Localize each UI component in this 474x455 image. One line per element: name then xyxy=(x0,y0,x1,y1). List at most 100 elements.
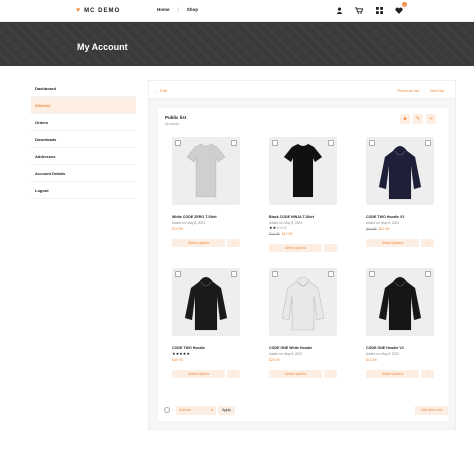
product-image[interactable] xyxy=(172,268,240,336)
account-sidebar: Dashboard Wishlist Orders Downloads Addr… xyxy=(31,80,136,199)
product-card: White CODE ZERO T-Shirt Added on: May 8,… xyxy=(172,137,244,247)
cart-icon[interactable] xyxy=(354,5,364,15)
product-price: $14.95 $12.95 xyxy=(269,232,341,236)
bulk-actions-select[interactable]: Actions ▾ xyxy=(176,405,216,415)
edit-list-button[interactable]: ✎ xyxy=(413,114,423,124)
add-all-to-cart-button[interactable]: Add all to cart xyxy=(415,405,448,415)
product-buttons: Select options ⋮ xyxy=(172,370,244,378)
product-buttons: Select options ⋮ xyxy=(172,239,244,247)
nav-shop[interactable]: Shop xyxy=(187,7,198,12)
product-rating: ★★☆☆☆ xyxy=(269,225,287,230)
sidebar-item-orders[interactable]: Orders xyxy=(31,114,136,131)
more-options-button[interactable]: ⋮ xyxy=(421,370,434,378)
wishlist-topbar: ← Edit Previous list Next list xyxy=(149,81,455,99)
select-all-checkbox[interactable] xyxy=(164,407,170,413)
wishlist-heart-icon[interactable]: 0 xyxy=(394,2,407,15)
user-icon[interactable] xyxy=(334,5,344,15)
product-buttons: Select options ⋮ xyxy=(366,239,438,247)
select-checkbox[interactable] xyxy=(328,140,334,146)
product-name[interactable]: Black CODE NINJA T-Shirt xyxy=(269,215,341,220)
product-rating: ★★★★★ xyxy=(172,351,190,356)
select-checkbox[interactable] xyxy=(231,140,237,146)
product-name[interactable]: CODE ONE White Hoodie xyxy=(269,346,341,351)
next-list-link[interactable]: Next list xyxy=(430,88,444,93)
product-price: $14.95 $12.95 xyxy=(366,227,438,231)
select-checkbox[interactable] xyxy=(425,140,431,146)
bulk-actions-bar: Actions ▾ Apply Add all to cart xyxy=(158,403,448,417)
product-old-price: $14.95 xyxy=(269,232,280,236)
edit-link[interactable]: ← Edit xyxy=(155,88,167,93)
product-current-price: $49.95 xyxy=(172,358,183,362)
product-garment-image xyxy=(186,143,226,198)
select-checkbox[interactable] xyxy=(328,271,334,277)
site-header: ♥ MC DEMO Home | Shop 0 xyxy=(0,0,474,22)
more-options-button[interactable]: ⋮ xyxy=(324,244,337,252)
more-options-button[interactable]: ⋮ xyxy=(227,370,240,378)
nav-home[interactable]: Home xyxy=(157,7,170,12)
sidebar-item-logout[interactable]: Logout xyxy=(31,182,136,199)
main-nav: Home | Shop xyxy=(157,7,198,12)
product-image[interactable] xyxy=(366,137,434,205)
manage-list-button[interactable]: ■ xyxy=(400,114,410,124)
share-list-button[interactable]: ⋖ xyxy=(426,114,436,124)
product-added-date: Added on: May 8, 2023 xyxy=(366,221,399,225)
select-options-button[interactable]: Select options xyxy=(172,239,225,247)
product-image[interactable] xyxy=(269,137,337,205)
grid-icon[interactable] xyxy=(374,5,384,15)
list-title: Public list xyxy=(165,115,187,120)
product-current-price: $14.95 xyxy=(172,227,183,231)
product-price: $12.95 xyxy=(366,358,438,362)
product-image[interactable] xyxy=(172,137,240,205)
product-current-price: $12.95 xyxy=(378,227,390,231)
product-card: Black CODE NINJA T-Shirt Added on: May 8… xyxy=(269,137,341,252)
header-icons: 0 xyxy=(334,2,407,15)
product-image[interactable] xyxy=(269,268,337,336)
select-options-button[interactable]: Select options xyxy=(366,370,419,378)
product-price: $49.95 xyxy=(172,358,244,362)
bulk-actions-label: Actions xyxy=(179,408,191,412)
list-actions: ■ ✎ ⋖ xyxy=(400,114,436,124)
sidebar-item-wishlist[interactable]: Wishlist xyxy=(31,97,136,114)
product-card: CODE ONE Hoodie V2 Added on: May 8, 2023… xyxy=(366,268,438,378)
more-options-button[interactable]: ⋮ xyxy=(227,239,240,247)
select-checkbox[interactable] xyxy=(231,271,237,277)
apply-button[interactable]: Apply xyxy=(218,405,235,415)
logo-text: MC DEMO xyxy=(84,7,121,14)
select-options-button[interactable]: Select options xyxy=(366,239,419,247)
chevron-down-icon: ▾ xyxy=(211,408,213,412)
wishlist-count-badge: 0 xyxy=(402,2,407,7)
product-garment-image xyxy=(283,143,323,198)
product-current-price: $12.95 xyxy=(366,358,377,362)
nav-separator: | xyxy=(177,7,179,12)
sidebar-item-addresses[interactable]: Addresses xyxy=(31,148,136,165)
select-options-button[interactable]: Select options xyxy=(269,244,322,252)
product-name[interactable]: CODE ONE Hoodie V2 xyxy=(366,346,438,351)
sidebar-item-downloads[interactable]: Downloads xyxy=(31,131,136,148)
product-added-date: Added on: May 8, 2023 xyxy=(172,221,205,225)
product-card: CODE TWO Hoodie ★★★★★ $49.95 Select opti… xyxy=(172,268,244,378)
product-garment-image xyxy=(378,276,422,331)
product-garment-image xyxy=(378,145,422,200)
page-title: My Account xyxy=(77,42,128,52)
wishlist-card: Public list by admin ■ ✎ ⋖ White CODE ZE… xyxy=(158,108,448,421)
sidebar-item-dashboard[interactable]: Dashboard xyxy=(31,80,136,97)
product-old-price: $14.95 xyxy=(366,227,377,231)
logo-heart-icon: ♥ xyxy=(76,7,82,14)
site-logo[interactable]: ♥ MC DEMO xyxy=(76,7,120,14)
more-options-button[interactable]: ⋮ xyxy=(324,370,337,378)
product-name[interactable]: CODE TWO Hoodie V2 xyxy=(366,215,438,220)
product-added-date: Added on: May 8, 2023 xyxy=(269,352,302,356)
product-buttons: Select options ⋮ xyxy=(366,370,438,378)
more-options-button[interactable]: ⋮ xyxy=(421,239,434,247)
select-checkbox[interactable] xyxy=(425,271,431,277)
product-garment-image xyxy=(281,276,325,331)
previous-list-link[interactable]: Previous list xyxy=(397,88,419,93)
product-current-price: $29.95 xyxy=(269,358,280,362)
product-garment-image xyxy=(184,276,228,331)
sidebar-item-account-details[interactable]: Account Details xyxy=(31,165,136,182)
product-image[interactable] xyxy=(366,268,434,336)
product-name[interactable]: White CODE ZERO T-Shirt xyxy=(172,215,244,220)
select-options-button[interactable]: Select options xyxy=(172,370,225,378)
select-options-button[interactable]: Select options xyxy=(269,370,322,378)
list-owner: by admin xyxy=(165,122,180,126)
